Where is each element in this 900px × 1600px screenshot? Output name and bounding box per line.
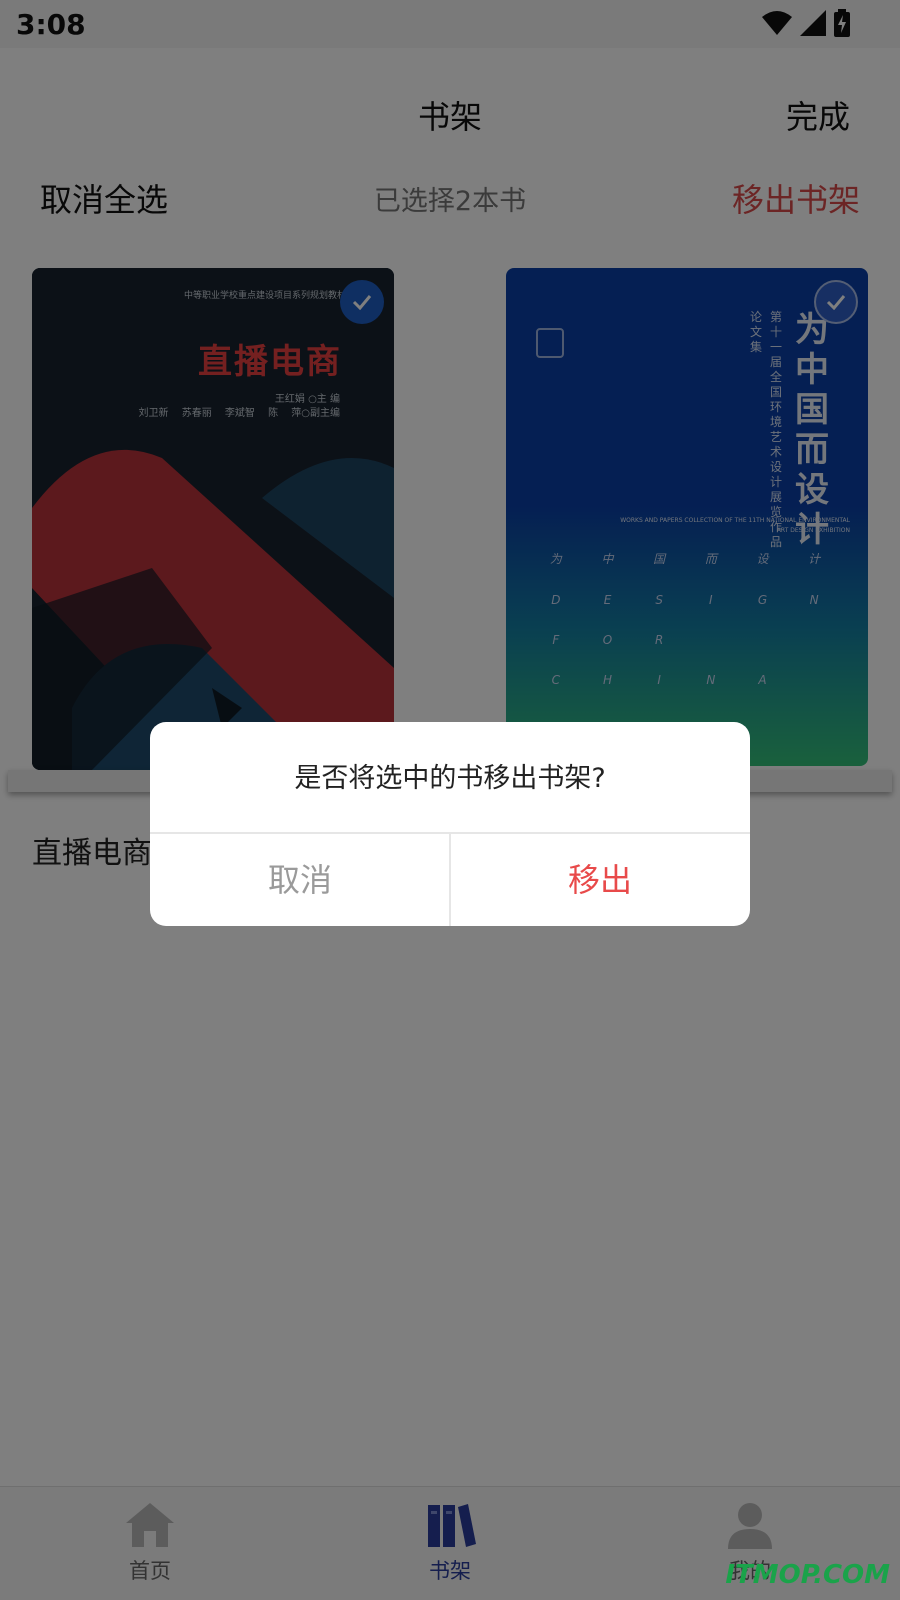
remove-confirm-dialog: 是否将选中的书移出书架? 取消 移出 [150,722,750,926]
dialog-message: 是否将选中的书移出书架? [294,763,606,794]
dialog-cancel-button[interactable]: 取消 [150,834,450,926]
dialog-confirm-remove-button[interactable]: 移出 [450,834,750,926]
watermark: ITMOP.COM [725,1560,890,1590]
